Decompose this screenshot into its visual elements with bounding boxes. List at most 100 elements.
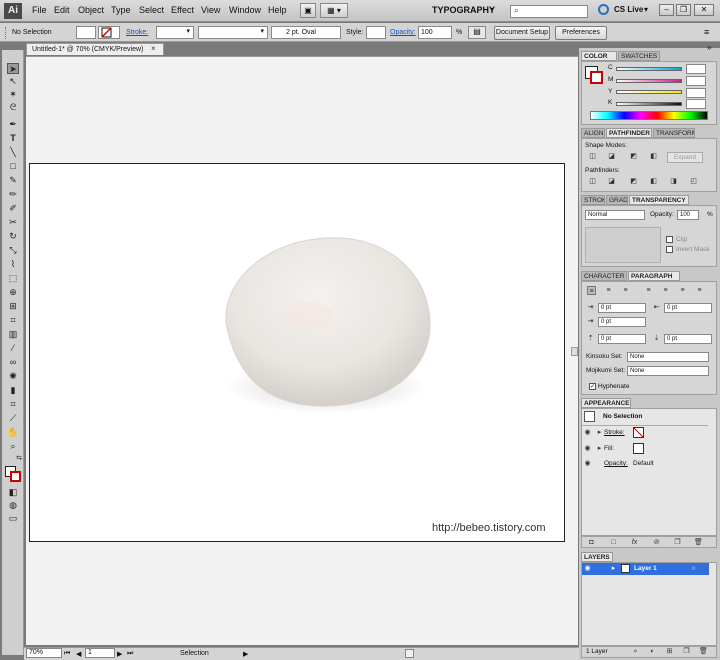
chevron-down-icon[interactable]: ▾ bbox=[186, 27, 190, 35]
slice-tool-icon[interactable]: ⟋ bbox=[7, 413, 19, 424]
clear-appearance-icon[interactable]: ⊘ bbox=[652, 538, 661, 547]
blend-tool-icon[interactable]: ∞ bbox=[7, 357, 19, 368]
first-artboard-icon[interactable]: ⏮ bbox=[64, 650, 70, 658]
visibility-eye-icon[interactable]: ◉ bbox=[583, 459, 592, 468]
zoom-tool-icon[interactable]: ⌕ bbox=[7, 441, 19, 452]
visibility-eye-icon[interactable]: ◉ bbox=[583, 428, 592, 437]
locate-object-icon[interactable]: ⌕ bbox=[631, 647, 640, 656]
black-slider[interactable] bbox=[616, 102, 682, 106]
fx-icon[interactable]: fx bbox=[630, 538, 639, 547]
tab-align[interactable]: ALIGN bbox=[581, 128, 605, 138]
disclosure-triangle-icon[interactable]: ▸ bbox=[609, 564, 618, 573]
graphic-style-swatch[interactable] bbox=[366, 26, 386, 39]
divide-icon[interactable]: ◫ bbox=[588, 177, 597, 186]
fill-swatch[interactable] bbox=[76, 26, 96, 39]
cs-live-button[interactable]: CS Live bbox=[614, 5, 643, 14]
align-left-icon[interactable]: ≡ bbox=[587, 286, 596, 295]
opacity-field[interactable]: 100 bbox=[418, 26, 452, 39]
delete-icon[interactable]: 🗑 bbox=[699, 647, 708, 656]
clip-checkbox[interactable] bbox=[666, 236, 673, 243]
hand-tool-icon[interactable]: ✋ bbox=[7, 427, 19, 438]
chevron-down-icon[interactable]: ▾ bbox=[260, 27, 264, 35]
align-center-icon[interactable]: ≡ bbox=[604, 286, 613, 295]
justify-center-icon[interactable]: ≡ bbox=[661, 286, 670, 295]
rectangle-tool-icon[interactable]: □ bbox=[7, 161, 19, 172]
menu-view[interactable]: View bbox=[201, 5, 220, 15]
yellow-field[interactable] bbox=[686, 88, 706, 98]
scissors-tool-icon[interactable]: ✂ bbox=[7, 217, 19, 228]
outline-icon[interactable]: ◨ bbox=[669, 177, 678, 186]
menu-effect[interactable]: Effect bbox=[171, 5, 194, 15]
blend-mode-select[interactable]: Normal bbox=[585, 210, 645, 220]
chevron-down-icon[interactable]: ▾ bbox=[644, 5, 648, 14]
layer-name[interactable]: Layer 1 bbox=[634, 565, 657, 572]
preferences-button[interactable]: Preferences bbox=[555, 26, 607, 40]
first-line-indent-field[interactable]: 0 pt bbox=[598, 317, 646, 327]
tab-transform[interactable]: TRANSFORM bbox=[653, 128, 695, 138]
last-artboard-icon[interactable]: ⏭ bbox=[127, 650, 133, 658]
visibility-eye-icon[interactable]: ◉ bbox=[583, 564, 592, 573]
brush-definition[interactable]: 2 pt. Oval bbox=[271, 26, 341, 39]
tab-appearance[interactable]: APPEARANCE bbox=[581, 398, 631, 408]
menu-select[interactable]: Select bbox=[139, 5, 164, 15]
space-after-field[interactable]: 0 pt bbox=[664, 334, 712, 344]
selection-tool-icon[interactable]: ➤ bbox=[7, 63, 19, 74]
tab-gradient[interactable]: GRADIENT bbox=[606, 195, 628, 205]
transparency-opacity-field[interactable]: 100 bbox=[677, 210, 699, 220]
intersect-icon[interactable]: ◩ bbox=[629, 152, 638, 161]
pebble-image[interactable] bbox=[208, 236, 434, 416]
collapse-panels-icon[interactable]: » bbox=[707, 43, 711, 52]
color-mode-icons[interactable]: ◧ bbox=[7, 487, 19, 498]
screen-mode-icon[interactable]: ▭ bbox=[7, 513, 19, 524]
tab-transparency[interactable]: TRANSPARENCY bbox=[629, 195, 689, 205]
restore-icon[interactable]: ❐ bbox=[676, 4, 691, 16]
document-tab[interactable]: Untitled-1* @ 70% (CMYK/Preview) bbox=[26, 43, 164, 55]
vertical-scroll-thumb[interactable] bbox=[571, 347, 578, 356]
pencil-tool-icon[interactable]: ✏ bbox=[7, 189, 19, 200]
grip-icon[interactable] bbox=[5, 27, 8, 39]
unite-icon[interactable]: ◫ bbox=[588, 152, 597, 161]
artboard-tool-icon[interactable]: ⌗ bbox=[7, 399, 19, 410]
black-field[interactable] bbox=[686, 99, 706, 109]
space-before-field[interactable]: 0 pt bbox=[598, 334, 646, 344]
disclosure-triangle-icon[interactable]: ▸ bbox=[595, 428, 604, 437]
visibility-eye-icon[interactable]: ◉ bbox=[583, 444, 592, 453]
hyphenate-checkbox[interactable]: ✓ bbox=[589, 383, 596, 390]
workspace-switcher[interactable]: TYPOGRAPHY bbox=[432, 5, 495, 15]
crop-icon[interactable]: ◧ bbox=[649, 177, 658, 186]
lasso-tool-icon[interactable]: ᘓ bbox=[7, 102, 19, 113]
drawing-mode-icon[interactable]: ◍ bbox=[7, 500, 19, 511]
yellow-slider[interactable] bbox=[616, 90, 682, 94]
rotate-tool-icon[interactable]: ↻ bbox=[7, 231, 19, 242]
add-stroke-icon[interactable]: ◘ bbox=[587, 538, 596, 547]
shape-builder-tool-icon[interactable]: ⊕ bbox=[7, 287, 19, 298]
document-setup-button[interactable]: Document Setup bbox=[494, 26, 550, 40]
variable-width-profile[interactable]: ▾ bbox=[198, 26, 268, 39]
magic-wand-tool-icon[interactable]: ✶ bbox=[7, 89, 19, 100]
free-transform-tool-icon[interactable]: ⬚ bbox=[7, 273, 19, 284]
menu-help[interactable]: Help bbox=[268, 5, 287, 15]
disclosure-triangle-icon[interactable]: ▸ bbox=[595, 444, 604, 453]
search-input[interactable] bbox=[510, 5, 588, 18]
zoom-field[interactable]: 70% bbox=[26, 648, 62, 658]
blob-brush-tool-icon[interactable]: ✐ bbox=[7, 203, 19, 214]
close-icon[interactable]: × bbox=[151, 44, 156, 53]
status-menu-icon[interactable]: ▶ bbox=[243, 650, 248, 658]
menu-object[interactable]: Object bbox=[78, 5, 104, 15]
left-indent-field[interactable]: 0 pt bbox=[598, 303, 646, 313]
warp-tool-icon[interactable]: ⌇ bbox=[7, 259, 19, 270]
right-indent-field[interactable]: 0 pt bbox=[664, 303, 712, 313]
scale-tool-icon[interactable]: ⤡ bbox=[7, 245, 19, 256]
justify-left-icon[interactable]: ≡ bbox=[644, 286, 653, 295]
stroke-none-swatch[interactable] bbox=[633, 427, 644, 438]
column-graph-tool-icon[interactable]: ▮ bbox=[7, 385, 19, 396]
menu-window[interactable]: Window bbox=[229, 5, 261, 15]
gradient-tool-icon[interactable]: ▥ bbox=[7, 329, 19, 340]
stroke-swatch[interactable] bbox=[98, 26, 120, 39]
appearance-stroke-label[interactable]: Stroke: bbox=[604, 429, 625, 436]
eyedropper-tool-icon[interactable]: ⁄ bbox=[7, 343, 19, 354]
symbol-sprayer-tool-icon[interactable]: ✺ bbox=[7, 371, 19, 382]
type-tool-icon[interactable]: T bbox=[7, 133, 19, 144]
previous-artboard-icon[interactable]: ◀ bbox=[76, 650, 81, 658]
artboard-number-field[interactable]: 1 bbox=[85, 648, 115, 658]
